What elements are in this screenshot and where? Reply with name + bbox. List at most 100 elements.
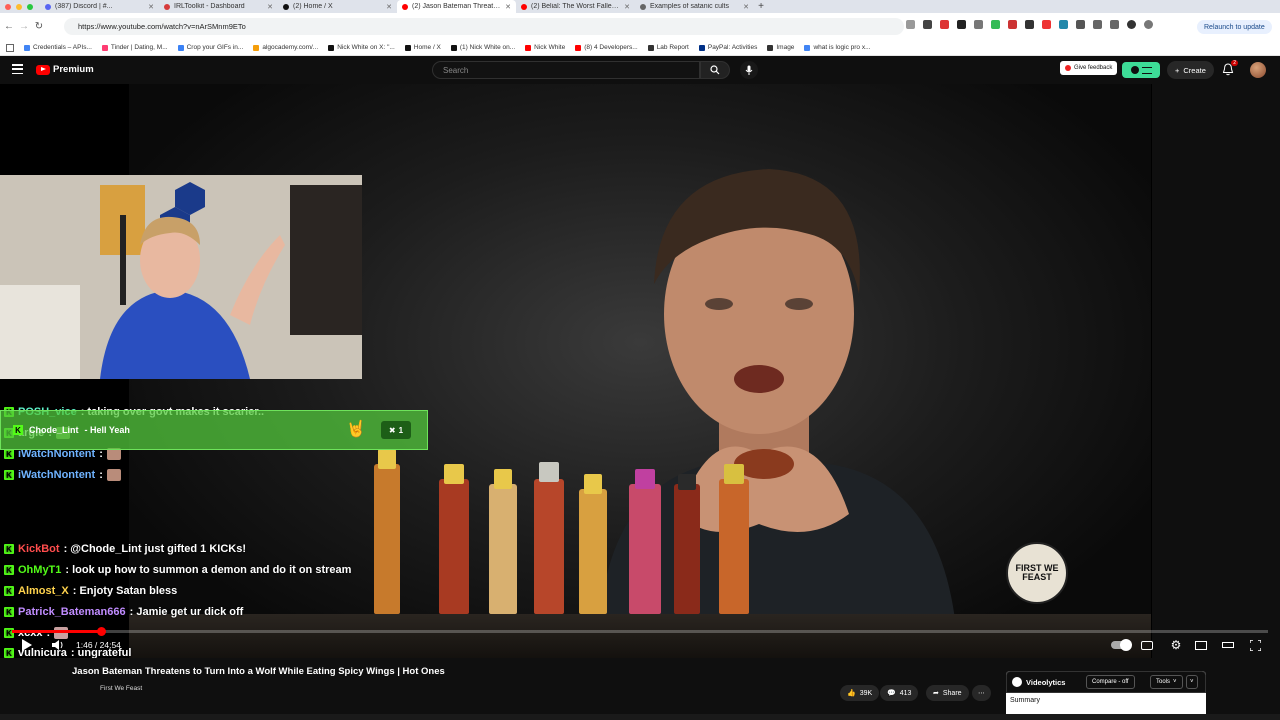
bookmark-item[interactable]: Image xyxy=(767,44,794,51)
hamburger-menu-icon[interactable] xyxy=(12,64,23,74)
zoom-window-button[interactable] xyxy=(27,3,33,10)
microphone-button[interactable] xyxy=(740,61,758,79)
tab-close-icon[interactable]: ✕ xyxy=(386,3,392,11)
browser-tab[interactable]: (2) Jason Bateman Threaten... ✕ xyxy=(397,0,516,13)
miniplayer-button[interactable] xyxy=(1194,638,1208,652)
toggle-track xyxy=(1111,639,1132,651)
bookmark-item[interactable]: Home / X xyxy=(404,44,441,51)
kick-count: 1 xyxy=(398,425,404,435)
puzzle-icon[interactable] xyxy=(1076,20,1085,29)
apps-grid-icon[interactable] xyxy=(6,43,14,52)
volume-button[interactable] xyxy=(52,638,64,652)
search-button[interactable] xyxy=(700,61,730,79)
first-we-feast-logo: FIRST WE FEAST xyxy=(1006,542,1068,604)
bookmark-item[interactable]: algocademy.com/... xyxy=(253,44,318,51)
extension-icon[interactable] xyxy=(1025,20,1034,29)
channel-name[interactable]: First We Feast xyxy=(100,685,142,692)
url-text: https://www.youtube.com/watch?v=nArSMnm9… xyxy=(78,22,246,31)
tab-title: (387) Discord | #... xyxy=(55,3,113,10)
forward-icon[interactable]: → xyxy=(18,21,30,32)
captions-button[interactable] xyxy=(1140,638,1154,652)
relaunch-button[interactable]: Relaunch to update xyxy=(1197,20,1272,34)
volume-icon xyxy=(52,640,63,650)
tab-title: (2) Jason Bateman Threaten... xyxy=(412,3,502,10)
bookmark-item[interactable]: what is logic pro x... xyxy=(804,44,871,51)
chat-username[interactable]: Patrick_Bateman666 xyxy=(18,606,126,618)
account-icon[interactable] xyxy=(1144,20,1153,29)
progress-bar[interactable] xyxy=(12,627,1268,636)
profile-icon[interactable] xyxy=(1127,20,1136,29)
bookmark-item[interactable]: Tinder | Dating, M... xyxy=(101,44,168,51)
notifications-button[interactable]: 2 xyxy=(1222,60,1238,77)
extension-icon[interactable] xyxy=(1008,20,1017,29)
bookmark-item[interactable]: Lab Report xyxy=(647,44,689,51)
page-scrollbar[interactable] xyxy=(0,714,1280,720)
tools-label: Tools xyxy=(1156,679,1171,685)
bookmark-item[interactable]: PayPal: Activities xyxy=(698,44,758,51)
fullscreen-icon xyxy=(1249,639,1261,651)
tab-close-icon[interactable]: ✕ xyxy=(148,3,154,11)
extension-icon[interactable] xyxy=(940,20,949,29)
bookmark-item[interactable]: (1) Nick White on... xyxy=(450,44,515,51)
bookmark-item[interactable]: Crop your GIFs in... xyxy=(177,44,243,51)
like-button[interactable]: 👍 39K xyxy=(840,685,880,701)
extension-toggle-button[interactable] xyxy=(1122,62,1160,78)
search-input[interactable]: Search xyxy=(432,61,700,79)
chat-username[interactable]: OhMyT1 xyxy=(18,564,61,576)
create-button[interactable]: + Create xyxy=(1167,61,1214,79)
play-pause-button[interactable] xyxy=(22,638,32,652)
browser-tab[interactable]: (2) Belial: The Worst Fallen A... ✕ xyxy=(516,0,635,13)
new-tab-button[interactable]: + xyxy=(754,1,768,12)
tab-close-icon[interactable]: ✕ xyxy=(743,3,749,11)
chat-username[interactable]: KickBot xyxy=(18,543,60,555)
browser-tab[interactable]: (2) Home / X ✕ xyxy=(278,0,397,13)
tab-close-icon[interactable]: ✕ xyxy=(505,3,511,11)
extension-icon[interactable] xyxy=(1042,20,1051,29)
browser-tab[interactable]: IRLToolkit - Dashboard ✕ xyxy=(159,0,278,13)
bookmark-item[interactable]: Credentials – APIs... xyxy=(24,44,92,51)
settings-button[interactable]: ⚙ xyxy=(1168,638,1184,652)
bookmark-item[interactable]: (8) 4 Developers... xyxy=(575,44,638,51)
user-avatar[interactable] xyxy=(1250,62,1266,78)
collapse-button[interactable]: ˅ xyxy=(1186,675,1198,689)
browser-tab[interactable]: Examples of satanic cults ✕ xyxy=(635,0,754,13)
extension-icon[interactable] xyxy=(991,20,1000,29)
fullscreen-button[interactable] xyxy=(1248,638,1262,652)
extension-icon[interactable] xyxy=(957,20,966,29)
play-icon xyxy=(22,639,32,651)
compare-toggle-button[interactable]: Compare - off xyxy=(1086,675,1135,689)
badge-text: FIRST WE FEAST xyxy=(1015,563,1059,582)
tools-dropdown-button[interactable]: Tools ˅ xyxy=(1150,675,1183,689)
chat-username[interactable]: iWatchNontent xyxy=(18,469,95,481)
extension-icon[interactable] xyxy=(1059,20,1068,29)
browser-tab[interactable]: (387) Discord | #... ✕ xyxy=(40,0,159,13)
tab-close-icon[interactable]: ✕ xyxy=(267,3,273,11)
captions-icon xyxy=(1141,640,1153,650)
tab-close-icon[interactable]: ✕ xyxy=(624,3,630,11)
youtube-logo[interactable]: Premium xyxy=(36,64,94,75)
theater-mode-button[interactable] xyxy=(1221,638,1235,652)
back-icon[interactable]: ← xyxy=(3,21,15,32)
autoplay-toggle[interactable] xyxy=(1110,638,1132,652)
media-icon[interactable] xyxy=(1110,20,1119,29)
comments-button[interactable]: 💬 413 xyxy=(880,685,919,701)
give-feedback-button[interactable]: Give feedback xyxy=(1060,61,1118,75)
bookmark-item[interactable]: Nick White xyxy=(525,44,565,51)
bottle-cap xyxy=(378,449,396,469)
bookmark-item[interactable]: Nick White on X: "... xyxy=(328,44,395,51)
close-window-button[interactable] xyxy=(5,3,11,10)
bookmark-star-icon[interactable] xyxy=(923,20,932,29)
url-field[interactable]: https://www.youtube.com/watch?v=nArSMnm9… xyxy=(64,18,904,35)
install-icon[interactable] xyxy=(906,20,915,29)
bookmark-favicon-icon xyxy=(767,44,774,51)
chat-username[interactable]: Almost_X xyxy=(18,585,69,597)
more-actions-button[interactable]: ⋯ xyxy=(972,685,991,701)
reload-icon[interactable]: ↻ xyxy=(33,21,45,32)
sidebar-icon[interactable] xyxy=(1093,20,1102,29)
minimize-window-button[interactable] xyxy=(16,3,22,10)
bookmark-label: PayPal: Activities xyxy=(707,44,758,51)
comment-count: 413 xyxy=(899,689,912,697)
share-button[interactable]: ➦ Share xyxy=(926,685,969,701)
extension-icon[interactable] xyxy=(974,20,983,29)
